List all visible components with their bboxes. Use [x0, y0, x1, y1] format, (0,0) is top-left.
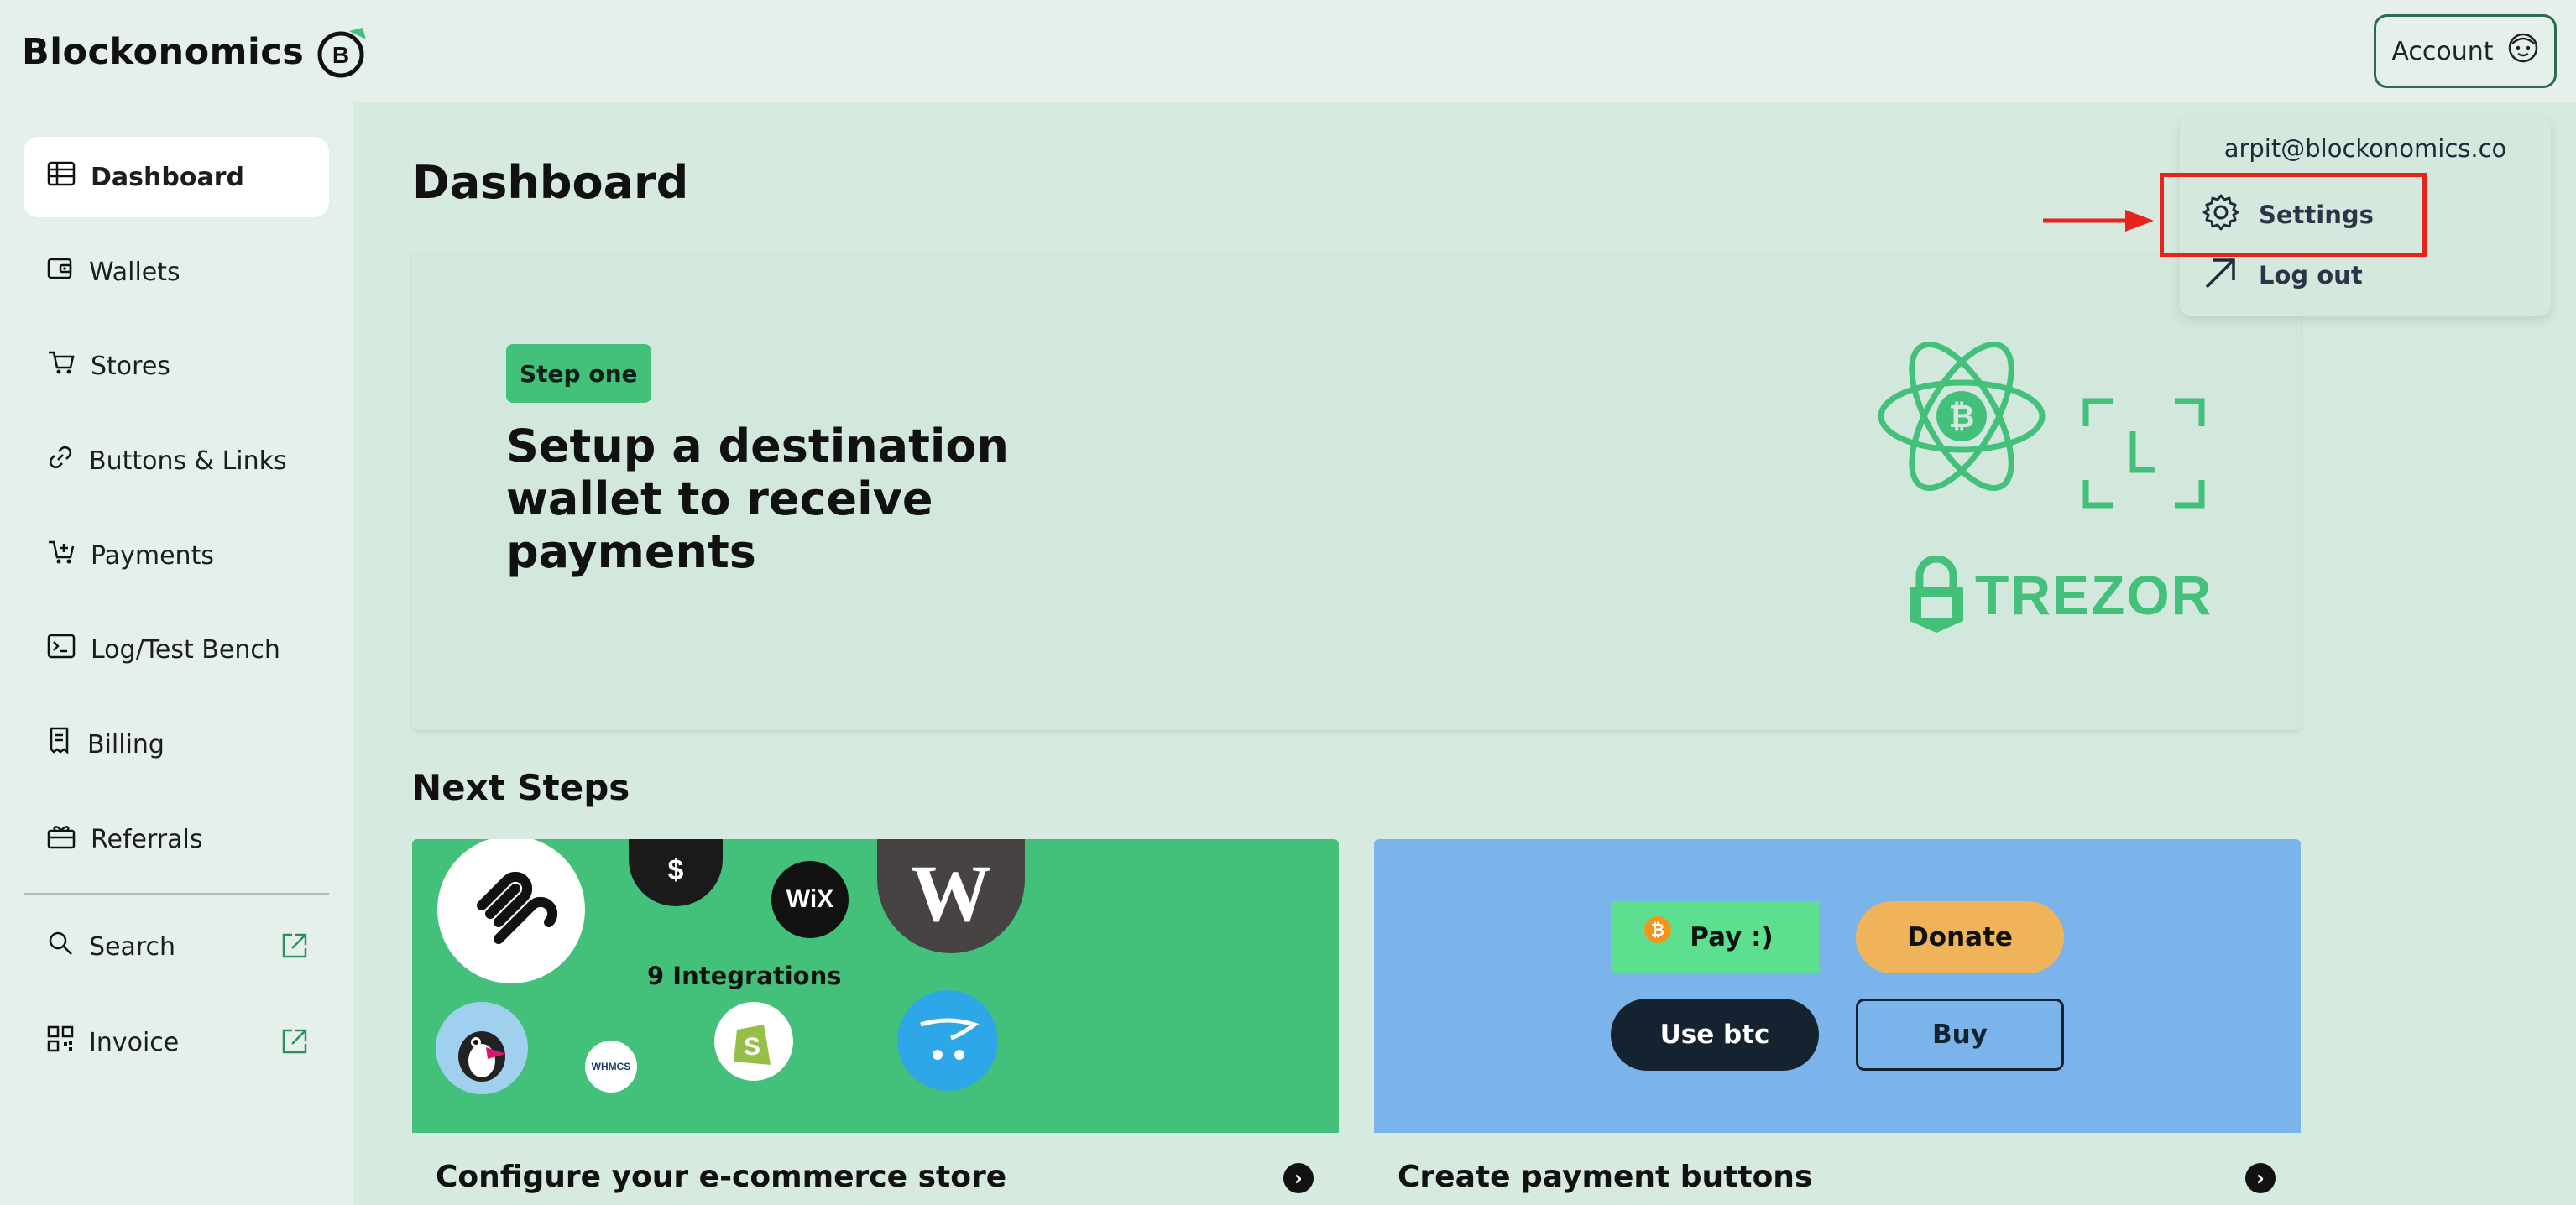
- sidebar-item-label: Log/Test Bench: [91, 634, 280, 665]
- table-icon: [47, 161, 76, 193]
- integrations-count: 9 Integrations: [647, 962, 842, 990]
- external-link-icon: [280, 1027, 309, 1062]
- donate-button: Donate: [1856, 901, 2064, 973]
- brand-logo-icon: B: [316, 24, 371, 80]
- page-title: Dashboard: [412, 156, 689, 209]
- use-btc-button: Use btc: [1611, 999, 1819, 1071]
- prestashop-logo: [436, 1002, 528, 1094]
- trezor-logo: TREZOR: [1908, 556, 2213, 634]
- hero-card[interactable]: Step one Setup a destination wallet to r…: [412, 252, 2301, 730]
- buy-button: Buy: [1856, 999, 2064, 1071]
- squarespace-logo: [437, 839, 585, 983]
- wix-logo: WiX: [771, 861, 849, 938]
- integrations-visual: $ WiX W 9 Integrations WHMCS S: [412, 839, 1339, 1133]
- settings-highlight-box: [2160, 173, 2427, 257]
- scan-frame-icon: [2082, 398, 2205, 512]
- opencart-logo: [897, 990, 998, 1091]
- sidebar-item-log-test-bench[interactable]: Log/Test Bench: [24, 609, 329, 690]
- sidebar-item-label: Dashboard: [91, 162, 244, 192]
- card-label: Configure your e-commerce store: [436, 1160, 1007, 1194]
- brand[interactable]: Blockonomics B: [22, 25, 371, 79]
- sidebar-item-label: Search: [89, 931, 176, 962]
- wallet-icon: [47, 256, 74, 288]
- pay-button: ₿ Pay :): [1611, 901, 1819, 973]
- svg-text:₿: ₿: [1949, 399, 1975, 435]
- sidebar-divider: [24, 893, 329, 895]
- gift-icon: [47, 822, 76, 856]
- brand-name: Blockonomics: [22, 31, 305, 73]
- account-email: arpit@blockonomics.co: [2223, 134, 2507, 163]
- account-button[interactable]: Account: [2374, 14, 2557, 88]
- dollar-logo: $: [629, 839, 723, 906]
- sidebar-item-dashboard[interactable]: Dashboard: [24, 137, 329, 217]
- wordpress-logo: W: [877, 839, 1025, 953]
- link-icon: [47, 444, 74, 477]
- sidebar-item-search[interactable]: Search: [24, 906, 329, 987]
- sidebar-item-billing[interactable]: Billing: [24, 704, 329, 785]
- sidebar-item-label: Billing: [87, 729, 165, 759]
- user-face-icon: [2507, 32, 2539, 70]
- svg-text:B: B: [332, 42, 349, 68]
- receipt-icon: [47, 727, 72, 762]
- qr-icon: [47, 1025, 74, 1059]
- step-badge: Step one: [506, 344, 651, 403]
- sidebar-item-payments[interactable]: Payments: [24, 515, 329, 596]
- terminal-icon: [47, 634, 76, 665]
- sidebar-item-label: Stores: [91, 351, 170, 381]
- arrow-up-left-icon: [2202, 253, 2240, 298]
- sidebar-item-label: Wallets: [89, 257, 180, 287]
- account-label: Account: [2391, 36, 2494, 66]
- payment-buttons-visual: ₿ Pay :) Donate Use btc Buy: [1374, 839, 2301, 1133]
- chevron-right-icon[interactable]: ›: [2245, 1163, 2276, 1193]
- shopify-logo: S: [714, 1002, 793, 1081]
- chevron-right-icon[interactable]: ›: [1283, 1163, 1314, 1193]
- sidebar-item-buttons-links[interactable]: Buttons & Links: [24, 420, 329, 501]
- sidebar-item-label: Invoice: [89, 1027, 180, 1057]
- hero-heading: Setup a destination wallet to receive pa…: [506, 420, 1009, 578]
- external-link-icon: [280, 931, 309, 967]
- whmcs-logo: WHMCS: [585, 1041, 637, 1093]
- sidebar-item-label: Payments: [91, 540, 214, 571]
- sidebar-item-referrals[interactable]: Referrals: [24, 799, 329, 879]
- bitcoin-icon: ₿: [1644, 916, 1671, 943]
- atom-bitcoin-icon: ₿: [1878, 339, 2046, 497]
- sidebar-item-label: Buttons & Links: [89, 446, 287, 476]
- logout-menu-item[interactable]: Log out: [2202, 250, 2363, 300]
- red-arrow-annotation: [2041, 206, 2155, 238]
- sidebar-item-invoice[interactable]: Invoice: [24, 1002, 329, 1082]
- card-ecommerce[interactable]: $ WiX W 9 Integrations WHMCS S Configure…: [412, 839, 1339, 1205]
- sidebar-item-label: Referrals: [91, 824, 203, 854]
- top-bar: Blockonomics B Account: [0, 0, 2576, 102]
- sidebar-item-wallets[interactable]: Wallets: [24, 232, 329, 312]
- card-label: Create payment buttons: [1398, 1160, 1813, 1194]
- card-payment-buttons[interactable]: ₿ Pay :) Donate Use btc Buy Create payme…: [1374, 839, 2301, 1205]
- next-steps-title: Next Steps: [412, 767, 630, 808]
- sidebar-item-stores[interactable]: Stores: [24, 326, 329, 406]
- cart-icon: [47, 349, 76, 383]
- search-icon: [47, 930, 74, 963]
- svg-text:S: S: [744, 1033, 760, 1061]
- logout-label: Log out: [2259, 261, 2363, 290]
- cart-plus-icon: [47, 539, 76, 572]
